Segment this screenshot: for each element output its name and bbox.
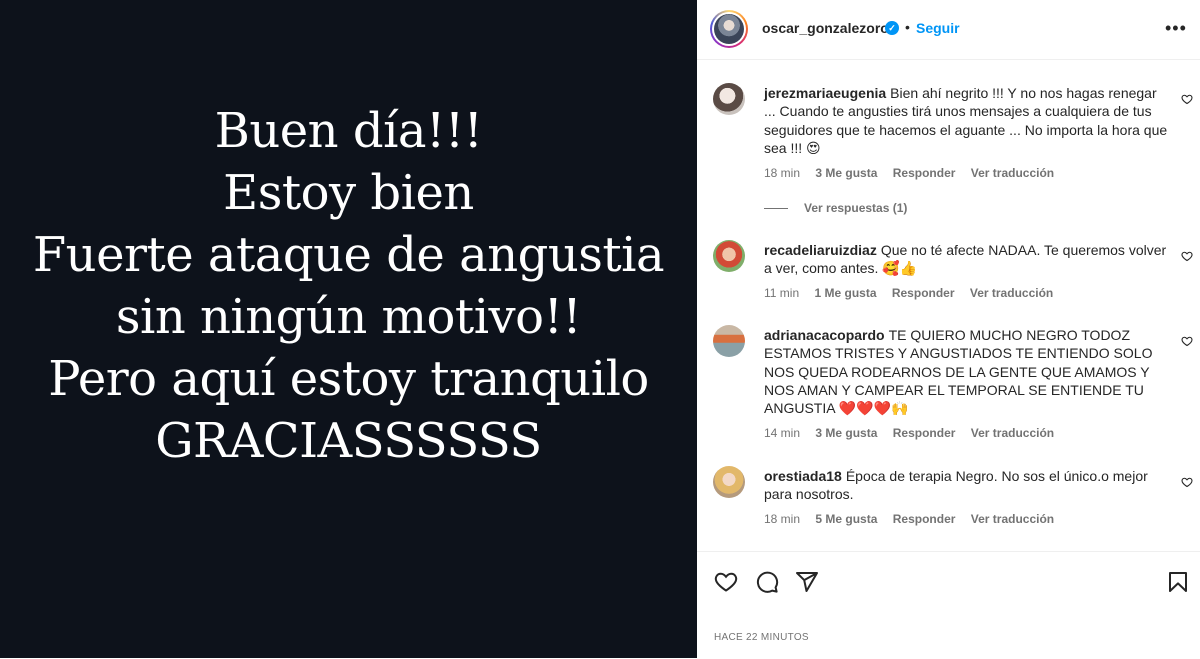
comment-meta: 14 min 3 Me gusta Responder Ver traducci… <box>764 426 1066 440</box>
post-image-text: Buen día!!! Estoy bien Fuerte ataque de … <box>32 100 665 472</box>
view-replies-label: Ver respuestas (1) <box>804 201 908 215</box>
commenter-avatar[interactable] <box>713 325 745 357</box>
like-comment-heart-icon[interactable] <box>1181 476 1193 488</box>
share-send-icon[interactable] <box>795 570 819 594</box>
comment-time: 18 min <box>764 512 801 526</box>
comment-emoji: 😍 <box>806 140 821 157</box>
post-line: Fuerte ataque de angustia <box>32 227 665 283</box>
comment-likes[interactable]: 1 Me gusta <box>814 286 876 300</box>
post-line: GRACIASSSSSS <box>155 413 542 469</box>
comment-time: 11 min <box>764 286 800 300</box>
comment-username[interactable]: recadeliaruizdiaz <box>764 242 877 258</box>
translate-button[interactable]: Ver traducción <box>971 426 1054 440</box>
reply-button[interactable]: Responder <box>893 166 956 180</box>
post-line: Estoy bien <box>223 165 474 221</box>
post-line: sin ningún motivo!! <box>115 289 582 345</box>
translate-button[interactable]: Ver traducción <box>971 512 1054 526</box>
post-header: oscar_gonzalezoro ✓ • Seguir ••• <box>697 0 1200 60</box>
post-line: Pero aquí estoy tranquilo <box>48 351 649 407</box>
comment-emoji: 🥰👍 <box>882 261 918 278</box>
like-heart-icon[interactable] <box>714 570 738 594</box>
commenter-avatar[interactable] <box>713 466 745 498</box>
post-image: Buen día!!! Estoy bien Fuerte ataque de … <box>0 0 697 658</box>
like-comment-heart-icon[interactable] <box>1181 335 1193 347</box>
bookmark-save-icon[interactable] <box>1166 570 1190 594</box>
comment-username[interactable]: orestiada18 <box>764 468 842 484</box>
follow-button[interactable]: Seguir <box>916 20 960 36</box>
verified-icon: ✓ <box>885 21 899 35</box>
more-options-icon[interactable]: ••• <box>1165 18 1187 39</box>
comment-meta: 18 min 3 Me gusta Responder Ver traducci… <box>764 166 1066 180</box>
comments-list: jerezmariaeugenia Bien ahí negrito !!! Y … <box>697 60 1200 550</box>
comment-bubble-icon[interactable] <box>755 570 779 594</box>
comment-time: 18 min <box>764 166 801 180</box>
comment-emoji: ❤️❤️❤️🙌 <box>838 401 909 418</box>
reply-button[interactable]: Responder <box>893 512 956 526</box>
reply-button[interactable]: Responder <box>893 426 956 440</box>
like-comment-heart-icon[interactable] <box>1181 93 1193 105</box>
post-line: Buen día!!! <box>214 103 483 159</box>
comment-likes[interactable]: 5 Me gusta <box>815 512 877 526</box>
view-replies-button[interactable]: Ver respuestas (1) <box>764 201 907 215</box>
post-timestamp: HACE 22 MINUTOS <box>714 632 809 643</box>
comment-meta: 11 min 1 Me gusta Responder Ver traducci… <box>764 286 1065 300</box>
comment-username[interactable]: adrianacacopardo <box>764 327 885 343</box>
separator-dot: • <box>905 19 910 35</box>
post-actions-bar: HACE 22 MINUTOS <box>697 551 1200 659</box>
comment-likes[interactable]: 3 Me gusta <box>815 166 877 180</box>
comment-time: 14 min <box>764 426 801 440</box>
comment-meta: 18 min 5 Me gusta Responder Ver traducci… <box>764 512 1066 526</box>
translate-button[interactable]: Ver traducción <box>970 286 1053 300</box>
translate-button[interactable]: Ver traducción <box>971 166 1054 180</box>
comment-likes[interactable]: 3 Me gusta <box>815 426 877 440</box>
author-username[interactable]: oscar_gonzalezoro <box>762 20 889 36</box>
reply-button[interactable]: Responder <box>892 286 955 300</box>
commenter-avatar[interactable] <box>713 240 745 272</box>
comment-username[interactable]: jerezmariaeugenia <box>764 85 886 101</box>
like-comment-heart-icon[interactable] <box>1181 250 1193 262</box>
post-side-panel: oscar_gonzalezoro ✓ • Seguir ••• jerezma… <box>697 0 1200 658</box>
commenter-avatar[interactable] <box>713 83 745 115</box>
author-avatar[interactable] <box>710 10 748 48</box>
